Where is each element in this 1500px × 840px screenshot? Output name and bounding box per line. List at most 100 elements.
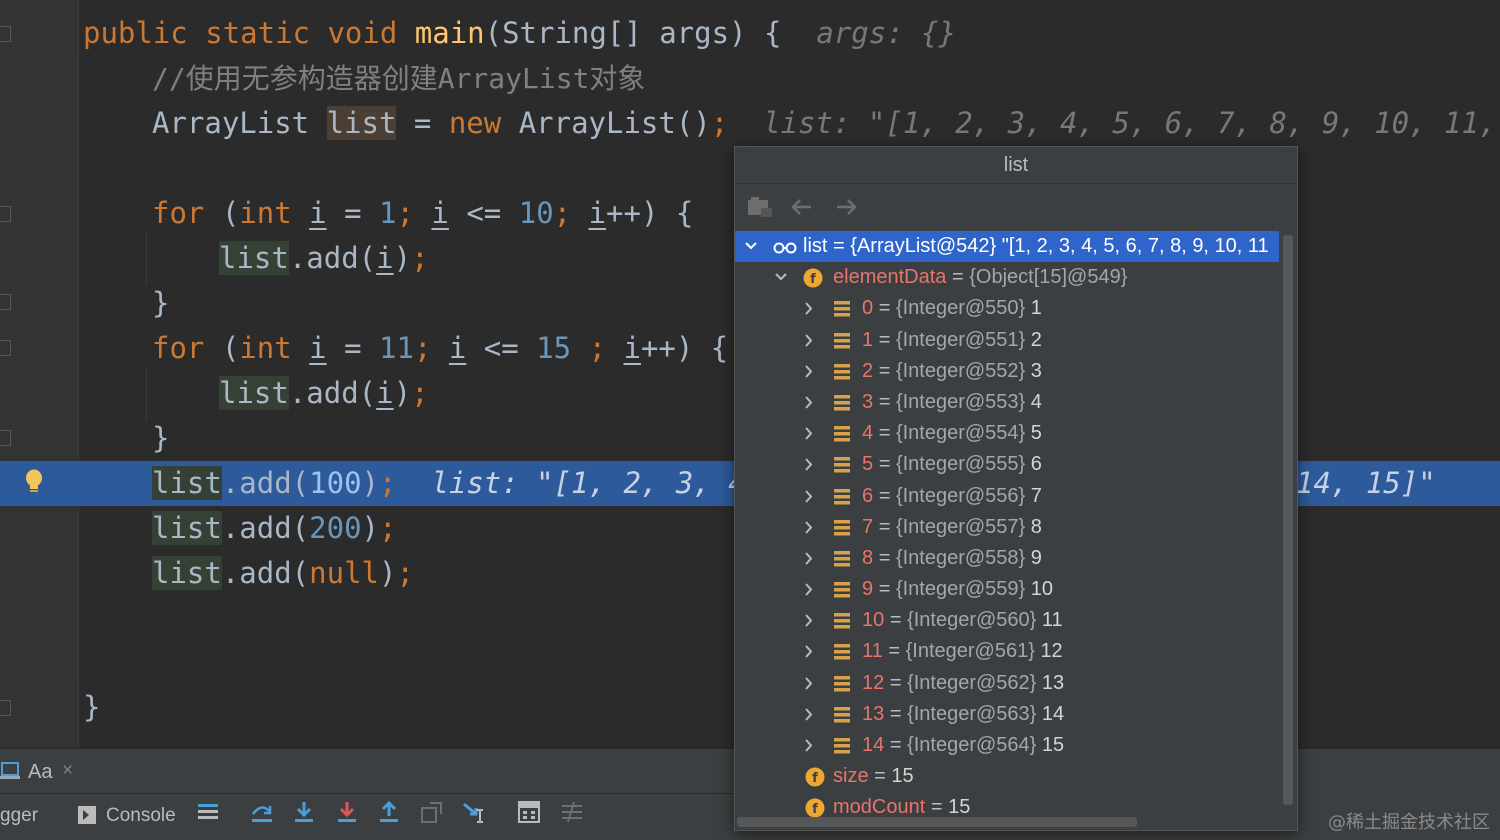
tree-row-element[interactable]: 0 = {Integer@550} 1 bbox=[735, 293, 1279, 324]
array-element-icon bbox=[834, 613, 850, 629]
inline-debug-hint: args: {} bbox=[816, 16, 957, 50]
frames-icon[interactable] bbox=[0, 761, 22, 781]
chevron-right-icon[interactable] bbox=[801, 512, 817, 543]
tree-row-size[interactable]: f size = 15 bbox=[735, 761, 1279, 792]
variable-name: 5 bbox=[862, 453, 874, 476]
tree-row-element[interactable]: 5 = {Integer@555} 6 bbox=[735, 449, 1279, 480]
object-reference: {Integer@554} bbox=[895, 422, 1026, 445]
tree-row-element[interactable]: 10 = {Integer@560} 11 bbox=[735, 605, 1279, 636]
equals-sign: = bbox=[878, 328, 891, 351]
tree-row-list[interactable]: list = {ArrayList@542} "[1, 2, 3, 4, 5, … bbox=[735, 231, 1279, 263]
tree-row-element[interactable]: 6 = {Integer@556} 7 bbox=[735, 481, 1279, 512]
chevron-down-icon[interactable] bbox=[743, 231, 759, 262]
chevron-right-icon[interactable] bbox=[801, 699, 817, 730]
tree-row-element[interactable]: 7 = {Integer@557} 8 bbox=[735, 512, 1279, 543]
svg-text:f: f bbox=[812, 802, 818, 817]
number-literal: 1 bbox=[379, 196, 397, 230]
tab-close-icon[interactable]: × bbox=[62, 760, 73, 782]
tree-row-element[interactable]: 8 = {Integer@558} 9 bbox=[735, 543, 1279, 574]
chevron-right-icon[interactable] bbox=[801, 481, 817, 512]
closing-brace: } bbox=[152, 286, 170, 320]
chevron-right-icon[interactable] bbox=[801, 293, 817, 324]
lightbulb-icon[interactable] bbox=[24, 468, 44, 496]
chevron-right-icon[interactable] bbox=[801, 574, 817, 605]
tab-label[interactable]: Aa bbox=[28, 761, 52, 784]
chevron-right-icon[interactable] bbox=[801, 387, 817, 418]
chevron-right-icon[interactable] bbox=[801, 730, 817, 761]
chevron-down-icon[interactable] bbox=[773, 262, 789, 293]
code-line-declaration: ArrayList list = new ArrayList(); list: … bbox=[0, 101, 1500, 146]
variable-list[interactable]: list bbox=[152, 556, 222, 590]
method-name: main bbox=[414, 16, 485, 50]
chevron-right-icon[interactable] bbox=[801, 543, 817, 574]
operator: = bbox=[396, 106, 449, 140]
code-text: ) bbox=[379, 556, 397, 590]
variable-list[interactable]: list bbox=[152, 511, 222, 545]
variable-value: "[1, 2, 3, 4, 5, 6, 7, 8, 9, 10, 11 bbox=[1001, 235, 1269, 257]
equals-sign: = bbox=[888, 640, 901, 663]
code-text: ) bbox=[393, 241, 412, 275]
run-to-cursor-icon[interactable] bbox=[462, 800, 486, 824]
variable-name: size bbox=[833, 765, 869, 788]
equals-sign: = bbox=[878, 390, 891, 413]
show-execution-point-icon[interactable] bbox=[196, 800, 220, 824]
tree-row-element[interactable]: 13 = {Integer@563} 14 bbox=[735, 699, 1279, 730]
variable-inspector-popup[interactable]: list list = {ArrayList@542} "[1, 2, 3, 4… bbox=[734, 146, 1298, 831]
variable-list[interactable]: list bbox=[326, 106, 397, 140]
variable-value: 10 bbox=[1030, 578, 1054, 601]
chevron-right-icon[interactable] bbox=[801, 418, 817, 449]
chevron-right-icon[interactable] bbox=[801, 356, 817, 387]
code-line-comment: //使用无参构造器创建ArrayList对象 bbox=[0, 56, 1500, 101]
keyword: int bbox=[239, 331, 292, 365]
method-call: .add( bbox=[288, 376, 377, 410]
loop-variable: i bbox=[376, 376, 394, 410]
equals-sign: = bbox=[930, 796, 943, 819]
chevron-right-icon[interactable] bbox=[801, 449, 817, 480]
step-over-icon[interactable] bbox=[250, 800, 274, 824]
horizontal-scrollbar[interactable] bbox=[737, 817, 1137, 827]
variable-name: 12 bbox=[862, 671, 885, 694]
variable-name: 11 bbox=[862, 640, 883, 663]
semicolon: ; bbox=[396, 196, 432, 230]
tree-row-element[interactable]: 3 = {Integer@553} 4 bbox=[735, 387, 1279, 418]
method-call: .add( bbox=[221, 556, 310, 590]
tree-row-element[interactable]: 2 = {Integer@552} 3 bbox=[735, 356, 1279, 387]
evaluate-expression-icon[interactable] bbox=[517, 800, 541, 824]
closing-brace: } bbox=[83, 690, 101, 724]
forward-arrow-icon bbox=[837, 199, 857, 215]
variable-list[interactable]: list bbox=[219, 241, 289, 275]
tree-row-elementData[interactable]: f elementData = {Object[15]@549} bbox=[735, 262, 1279, 293]
tree-row-element[interactable]: 11 = {Integer@561} 12 bbox=[735, 636, 1279, 667]
tab-console[interactable]: Console bbox=[106, 805, 176, 827]
keyword: for bbox=[152, 331, 205, 365]
variable-list[interactable]: list bbox=[219, 376, 289, 410]
tab-debugger[interactable]: gger bbox=[0, 805, 38, 827]
console-icon[interactable] bbox=[78, 806, 96, 824]
semicolon: ; bbox=[379, 466, 397, 500]
chevron-right-icon[interactable] bbox=[801, 668, 817, 699]
object-reference: {Integer@557} bbox=[895, 515, 1026, 538]
drop-frame-icon bbox=[421, 802, 442, 823]
variable-name: 3 bbox=[862, 390, 874, 413]
step-into-icon[interactable] bbox=[292, 800, 316, 824]
chevron-right-icon[interactable] bbox=[801, 325, 817, 356]
variable-list[interactable]: list bbox=[152, 466, 222, 500]
closing-brace: } bbox=[152, 421, 170, 455]
code-text: ++) { bbox=[606, 196, 694, 230]
tree-row-element[interactable]: 1 = {Integer@551} 2 bbox=[735, 325, 1279, 356]
tree-row-element[interactable]: 9 = {Integer@559} 10 bbox=[735, 574, 1279, 605]
tree-row-element[interactable]: 4 = {Integer@554} 5 bbox=[735, 418, 1279, 449]
step-out-icon[interactable] bbox=[377, 800, 401, 824]
tree-row-element[interactable]: 12 = {Integer@562} 13 bbox=[735, 668, 1279, 699]
watch-glasses-icon bbox=[773, 242, 797, 254]
loop-variable: i bbox=[448, 331, 467, 365]
code-text: ( bbox=[204, 196, 240, 230]
array-element-icon bbox=[834, 488, 850, 504]
variable-value: 9 bbox=[1030, 546, 1042, 569]
chevron-right-icon[interactable] bbox=[801, 636, 817, 667]
variable-tree[interactable]: list = {ArrayList@542} "[1, 2, 3, 4, 5, … bbox=[735, 231, 1279, 824]
force-step-into-icon[interactable] bbox=[335, 800, 359, 824]
vertical-scrollbar[interactable] bbox=[1283, 235, 1293, 805]
tree-row-element[interactable]: 14 = {Integer@564} 15 bbox=[735, 730, 1279, 761]
chevron-right-icon[interactable] bbox=[801, 605, 817, 636]
